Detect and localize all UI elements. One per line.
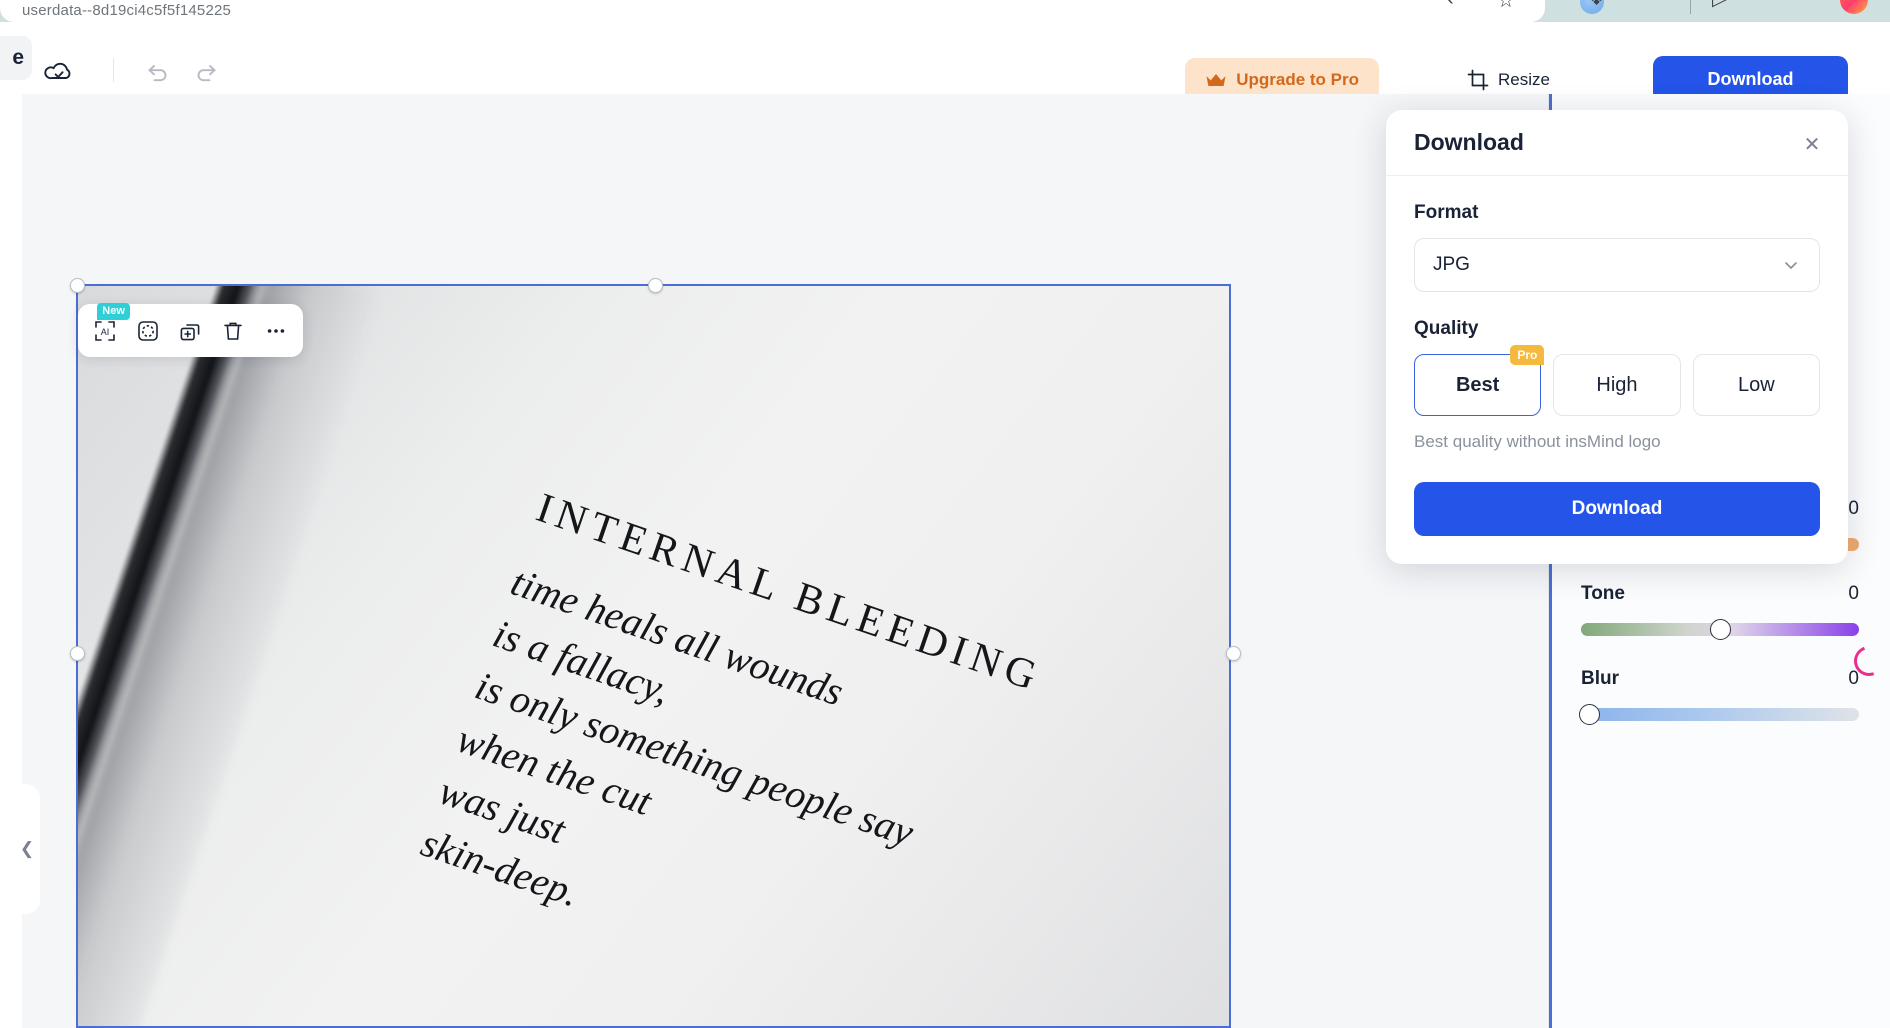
puzzle-extension-icon[interactable]: ❖: [1588, 0, 1605, 11]
upgrade-label: Upgrade to Pro: [1236, 70, 1359, 89]
toolbar-divider: [113, 58, 114, 82]
adjustment-header: Tone 0: [1581, 583, 1859, 605]
adjustment-value: 0: [1848, 583, 1859, 604]
resize-label: Resize: [1498, 70, 1550, 89]
ai-tool-button[interactable]: New AI: [88, 302, 130, 348]
canvas-image[interactable]: INTERNAL BLEEDING time heals all wounds …: [76, 284, 1231, 1028]
home-button[interactable]: e: [0, 36, 32, 80]
crown-icon: [1205, 72, 1227, 89]
quality-option-best[interactable]: Pro Best: [1414, 345, 1545, 416]
adjustment-header: Blur 0: [1581, 668, 1859, 690]
avatar-icon[interactable]: [1840, 0, 1868, 14]
bookmark-icon[interactable]: ☆: [1497, 0, 1515, 13]
chevron-down-icon: [1781, 255, 1801, 275]
quality-options-row: Pro Best High Low: [1414, 345, 1820, 416]
format-select[interactable]: JPG: [1414, 238, 1820, 292]
browser-tab[interactable]: userdata--8d19ci4c5f5f145225: [0, 0, 1545, 22]
duplicate-tool-button[interactable]: [173, 314, 207, 348]
tone-slider-knob[interactable]: [1710, 619, 1731, 640]
quality-option-label: Best: [1455, 373, 1500, 396]
adjustment-value: 0: [1848, 498, 1859, 519]
download-popup-title: Download: [1414, 129, 1524, 155]
adjustment-label: Tone: [1581, 583, 1625, 604]
back-icon[interactable]: ‹: [1447, 0, 1454, 11]
adjustment-blur: Blur 0: [1579, 668, 1859, 725]
undo-icon[interactable]: [145, 62, 171, 84]
quality-option-high[interactable]: High: [1553, 354, 1681, 416]
pro-badge: Pro: [1510, 345, 1545, 365]
cutout-tool-button[interactable]: [131, 314, 165, 348]
app-toolbar: e Upgrade to Pro Resize Download: [0, 22, 1890, 103]
browser-chrome-strip: userdata--8d19ci4c5f5f145225 ‹ ☆ ❖ ▷: [0, 0, 1890, 22]
sidebar-collapse-button[interactable]: ❮: [14, 784, 40, 914]
cloud-saved-icon[interactable]: [44, 60, 74, 86]
quality-label: Quality: [1414, 318, 1479, 339]
redo-icon[interactable]: [193, 62, 219, 84]
adjustment-value: 0: [1848, 668, 1859, 689]
adjustment-tone: Tone 0: [1581, 583, 1859, 640]
crop-icon: [1467, 69, 1489, 91]
tone-slider[interactable]: [1581, 619, 1859, 640]
home-label: e: [12, 46, 24, 69]
quality-option-low[interactable]: Low: [1692, 354, 1820, 416]
close-icon[interactable]: ✕: [1798, 130, 1826, 158]
blur-slider[interactable]: [1579, 704, 1859, 725]
svg-text:AI: AI: [101, 327, 110, 337]
blur-slider-knob[interactable]: [1579, 704, 1600, 725]
download-confirm-button[interactable]: Download: [1414, 482, 1820, 536]
app-root: userdata--8d19ci4c5f5f145225 ‹ ☆ ❖ ▷ e: [0, 0, 1890, 1028]
format-value: JPG: [1433, 254, 1470, 275]
download-popup-header: Download ✕: [1386, 110, 1848, 176]
profile-icon[interactable]: ▷: [1712, 0, 1727, 11]
format-label: Format: [1414, 202, 1479, 223]
quality-option-label: Low: [1737, 373, 1775, 396]
adjustment-label: Blur: [1581, 668, 1619, 689]
element-float-toolbar: New AI: [78, 302, 303, 357]
address-bar-text[interactable]: userdata--8d19ci4c5f5f145225: [22, 2, 231, 19]
chrome-divider: [1690, 0, 1691, 14]
download-confirm-label: Download: [1571, 498, 1663, 519]
quality-option-label: High: [1596, 373, 1638, 396]
new-badge: New: [97, 302, 130, 320]
more-tool-button[interactable]: [259, 314, 293, 348]
chevron-left-icon: ❮: [19, 839, 35, 858]
download-button-label: Download: [1707, 69, 1794, 89]
delete-tool-button[interactable]: [216, 314, 250, 348]
quality-hint: Best quality without insMind logo: [1414, 432, 1661, 451]
download-popup: Download ✕ Format JPG Quality Pro Best H…: [1386, 110, 1848, 564]
download-popup-body: Format JPG Quality Pro Best High Low Bes…: [1386, 176, 1848, 536]
